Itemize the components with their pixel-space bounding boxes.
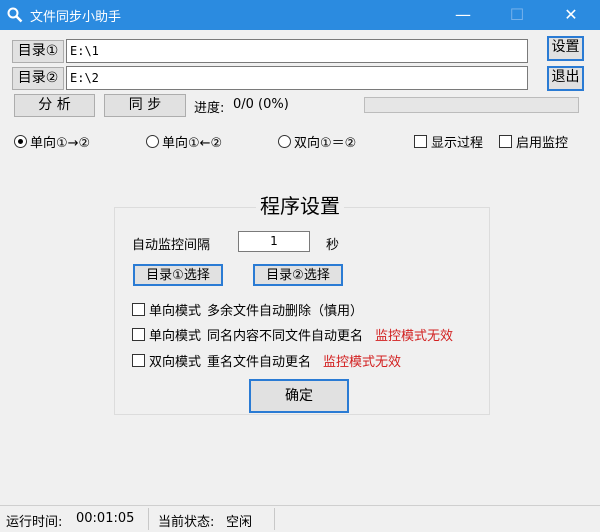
option-note: 监控模式无效 bbox=[323, 355, 402, 370]
checkbox-box bbox=[132, 354, 145, 367]
checkbox-label: 显示过程 bbox=[431, 136, 484, 151]
window-title: 文件同步小助手 bbox=[30, 10, 122, 25]
settings-title: 程序设置 bbox=[0, 193, 600, 219]
option-rename-different-checkbox[interactable]: 单向模式 同名内容不同文件自动更名 监控模式无效 bbox=[132, 325, 453, 344]
close-button[interactable]: ✕ bbox=[548, 0, 594, 30]
option-text: 重名文件自动更名 bbox=[207, 355, 312, 370]
option-text: 多余文件自动删除（慎用） bbox=[207, 304, 364, 319]
confirm-button[interactable]: 确定 bbox=[249, 379, 349, 413]
dir2-button[interactable]: 目录② bbox=[12, 67, 64, 90]
title-bar[interactable]: 文件同步小助手 — ☐ ✕ bbox=[0, 0, 600, 30]
dir1-button[interactable]: 目录① bbox=[12, 40, 64, 63]
settings-title-text: 程序设置 bbox=[256, 194, 344, 218]
status-separator bbox=[274, 508, 275, 530]
option-note: 监控模式无效 bbox=[375, 329, 454, 344]
checkbox-label: 启用监控 bbox=[516, 136, 569, 151]
option-mode: 单向模式 bbox=[149, 329, 202, 344]
radio-label: 双向①＝② bbox=[294, 136, 357, 151]
dir1-path-input[interactable]: E:\1 bbox=[66, 39, 528, 63]
status-separator bbox=[148, 508, 149, 530]
radio-label: 单向①←② bbox=[162, 136, 223, 151]
state-label: 当前状态: bbox=[158, 515, 215, 530]
progress-text: 0/0 (0%) bbox=[233, 97, 289, 112]
select-dir1-button[interactable]: 目录①选择 bbox=[133, 264, 223, 286]
state-value: 空闲 bbox=[226, 515, 253, 530]
radio-two-way[interactable]: 双向①＝② bbox=[278, 132, 356, 151]
sync-button[interactable]: 同 步 bbox=[104, 94, 186, 117]
checkbox-box bbox=[499, 135, 512, 148]
dir2-path-input[interactable]: E:\2 bbox=[66, 66, 528, 90]
select-dir2-button[interactable]: 目录②选择 bbox=[253, 264, 343, 286]
settings-button[interactable]: 设置 bbox=[547, 36, 584, 61]
checkbox-box bbox=[132, 328, 145, 341]
option-mode: 双向模式 bbox=[149, 355, 202, 370]
show-process-checkbox[interactable]: 显示过程 bbox=[414, 132, 483, 151]
interval-input[interactable]: 1 bbox=[238, 231, 310, 252]
status-bar: 运行时间: 00:01:05 当前状态: 空闲 bbox=[0, 505, 600, 532]
radio-one-way-forward[interactable]: 单向①→② bbox=[14, 132, 90, 151]
interval-label: 自动监控间隔 bbox=[132, 238, 211, 253]
progress-label: 进度: bbox=[194, 101, 225, 116]
enable-monitor-checkbox[interactable]: 启用监控 bbox=[499, 132, 568, 151]
radio-dot bbox=[14, 135, 27, 148]
option-text: 同名内容不同文件自动更名 bbox=[207, 329, 364, 344]
runtime-value: 00:01:05 bbox=[76, 511, 135, 526]
radio-dot bbox=[278, 135, 291, 148]
analyze-button[interactable]: 分 析 bbox=[14, 94, 95, 117]
option-delete-extra-checkbox[interactable]: 单向模式 多余文件自动删除（慎用） bbox=[132, 300, 363, 319]
minimize-button[interactable]: — bbox=[440, 0, 486, 30]
radio-label: 单向①→② bbox=[30, 136, 91, 151]
magnifier-icon bbox=[7, 7, 23, 23]
radio-one-way-backward[interactable]: 单向①←② bbox=[146, 132, 222, 151]
maximize-button[interactable]: ☐ bbox=[494, 0, 540, 30]
checkbox-box bbox=[414, 135, 427, 148]
interval-unit: 秒 bbox=[326, 238, 340, 253]
runtime-label: 运行时间: bbox=[6, 515, 63, 530]
checkbox-box bbox=[132, 303, 145, 316]
option-mode: 单向模式 bbox=[149, 304, 202, 319]
exit-button[interactable]: 退出 bbox=[547, 66, 584, 91]
radio-dot bbox=[146, 135, 159, 148]
option-rename-duplicate-checkbox[interactable]: 双向模式 重名文件自动更名 监控模式无效 bbox=[132, 351, 401, 370]
progress-bar bbox=[364, 97, 579, 113]
